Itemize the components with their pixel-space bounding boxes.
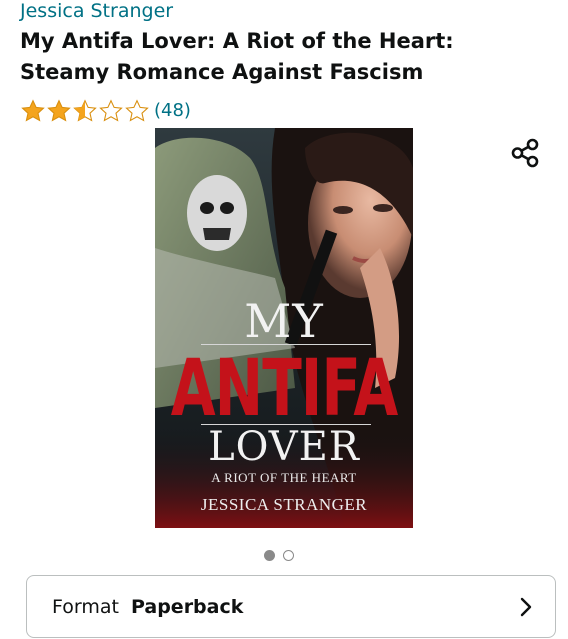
author-link[interactable]: Jessica Stranger: [20, 0, 173, 22]
carousel-dot[interactable]: [283, 550, 294, 561]
rating[interactable]: (48): [20, 98, 191, 124]
carousel-dots: [264, 550, 294, 561]
rating-count-link[interactable]: (48): [154, 98, 191, 124]
star-empty-icon: [125, 99, 149, 122]
format-value: Paperback: [130, 595, 244, 618]
product-title: My Antifa Lover: A Riot of the Heart: St…: [20, 29, 454, 84]
share-icon[interactable]: [508, 136, 542, 170]
format-label: Format: [52, 595, 119, 618]
rating-stars[interactable]: [20, 98, 150, 124]
chevron-right-icon: [520, 597, 532, 617]
star-half-icon: [73, 99, 97, 122]
cover-author: JESSICA STRANGER: [200, 495, 368, 514]
cover-title-line3: LOVER: [208, 424, 360, 470]
star-empty-icon: [99, 99, 123, 122]
format-selector[interactable]: Format Paperback: [26, 575, 556, 638]
carousel-dot-active[interactable]: [264, 550, 275, 561]
cover-title-line1: MY: [244, 294, 324, 348]
star-full-icon: [47, 99, 71, 122]
book-cover-image[interactable]: MY ANTIFA LOVER A RIOT OF THE HEART JESS…: [155, 128, 413, 528]
star-full-icon: [21, 99, 45, 122]
cover-subtitle: A RIOT OF THE HEART: [211, 470, 357, 485]
cover-title-line2: ANTIFA: [170, 342, 398, 434]
